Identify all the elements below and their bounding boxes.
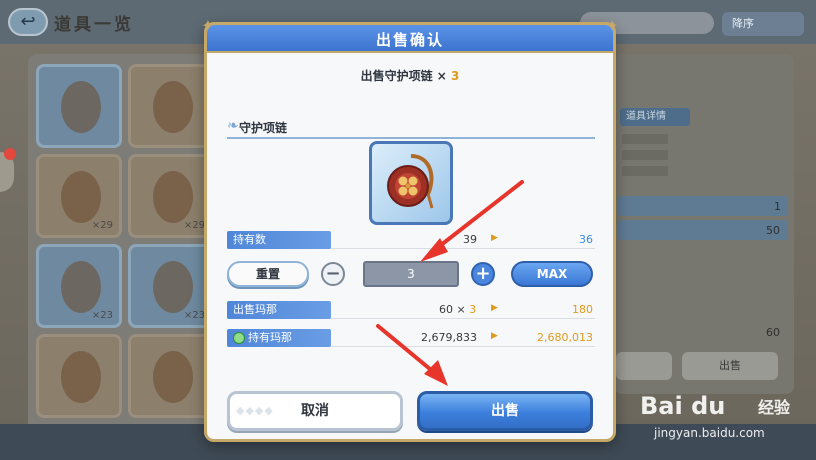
staff-icon bbox=[153, 171, 193, 223]
max-button[interactable]: MAX bbox=[511, 261, 593, 287]
sell-mana-formula: 60 × 3 bbox=[439, 303, 495, 316]
sell-confirm-dialog: 出售确认 ✦ ✦ 出售守护项链 × 3 ❧ 守护项链 持有数 39 ▶ 36 重… bbox=[201, 17, 619, 442]
quantity-stepper: 重置 − 3 + MAX bbox=[227, 259, 595, 289]
arrow-right-icon: ▶ bbox=[491, 303, 498, 313]
necklace-icon bbox=[387, 154, 434, 209]
detail-bar bbox=[618, 196, 788, 216]
subtitle-qty: 3 bbox=[451, 69, 460, 83]
held-mana-after: 2,680,013 bbox=[537, 331, 593, 344]
arrow-right-icon: ▶ bbox=[491, 233, 498, 243]
held-mana-label: 持有玛那 bbox=[227, 329, 331, 347]
held-mana-row: 持有玛那 2,679,833 ▶ 2,680,013 bbox=[227, 329, 595, 347]
corner-ornament-icon: ✦ bbox=[201, 16, 215, 35]
owned-count-after: 36 bbox=[579, 233, 593, 246]
reset-button[interactable]: 重置 bbox=[227, 261, 309, 287]
bg-button[interactable] bbox=[616, 352, 672, 380]
sell-mana-label: 出售玛那 bbox=[227, 301, 331, 319]
sword-icon bbox=[153, 261, 193, 313]
corner-ornament-icon: ✦ bbox=[605, 16, 619, 35]
flourish-icon: ❧ bbox=[227, 118, 239, 134]
detail-tab[interactable]: 道具详情 bbox=[620, 108, 690, 126]
detail-text-line bbox=[622, 166, 668, 176]
owned-count-row: 持有数 39 ▶ 36 bbox=[227, 231, 595, 249]
detail-value: 60 bbox=[766, 326, 780, 339]
item-icon-frame bbox=[369, 141, 453, 225]
dialog-title: 出售确认 bbox=[375, 31, 444, 49]
item-slot[interactable] bbox=[128, 64, 214, 148]
item-name: 守护项链 bbox=[239, 121, 288, 135]
arrow-right-icon: ▶ bbox=[491, 331, 498, 341]
dialog-subtitle: 出售守护项链 × 3 bbox=[207, 67, 613, 84]
held-mana-current: 2,679,833 bbox=[421, 331, 477, 344]
detail-value: 1 bbox=[774, 200, 781, 213]
item-count: ×29 bbox=[91, 220, 113, 231]
detail-bar bbox=[618, 220, 788, 240]
necklace-icon bbox=[61, 81, 101, 133]
watermark-url: jingyan.baidu.com bbox=[654, 426, 765, 440]
item-count: ×23 bbox=[91, 310, 113, 321]
dialog-header: 出售确认 bbox=[207, 25, 613, 53]
watermark-logo: Bai du bbox=[640, 392, 725, 420]
item-slot[interactable]: ×29 bbox=[36, 154, 122, 238]
item-name-row: ❧ 守护项链 bbox=[227, 117, 595, 139]
bg-sell-button[interactable]: 出售 bbox=[682, 352, 778, 380]
mana-coin-icon bbox=[233, 332, 245, 344]
baidu-watermark: Bai du 经验 jingyan.baidu.com bbox=[640, 392, 812, 454]
unit-price: 60 bbox=[439, 303, 453, 316]
dialog-actions: ◆◆◆◆ 取消 出售 bbox=[227, 391, 595, 433]
diamond-pattern-icon: ◆◆◆◆ bbox=[236, 404, 274, 417]
sell-mana-total: 180 bbox=[572, 303, 593, 316]
minus-icon: − bbox=[325, 263, 341, 284]
confirm-sell-button[interactable]: 出售 bbox=[417, 391, 593, 431]
detail-value: 50 bbox=[766, 224, 780, 237]
sort-button[interactable]: 降序 bbox=[722, 12, 804, 36]
cancel-button[interactable]: ◆◆◆◆ 取消 bbox=[227, 391, 403, 431]
item-slot[interactable]: ×23 bbox=[36, 244, 122, 328]
item-grid: ×29 ×29 ×23 ×23 bbox=[28, 54, 214, 434]
times-sign: × bbox=[456, 303, 466, 316]
detail-text-line bbox=[622, 150, 668, 160]
item-count: ×29 bbox=[183, 220, 205, 231]
cancel-label: 取消 bbox=[301, 403, 329, 419]
page-title: 道具一览 bbox=[54, 15, 134, 35]
sell-qty: 3 bbox=[469, 303, 477, 316]
notification-dot bbox=[4, 148, 16, 160]
armor-icon bbox=[153, 81, 193, 133]
back-button[interactable]: ↩ bbox=[8, 8, 48, 36]
spear-icon bbox=[61, 261, 101, 313]
plus-icon: + bbox=[475, 263, 491, 284]
minus-button[interactable]: − bbox=[321, 262, 345, 286]
subtitle-text: 出售守护项链 × bbox=[360, 69, 447, 83]
axe-icon bbox=[61, 351, 101, 403]
item-slot[interactable] bbox=[36, 64, 122, 148]
owned-count-label: 持有数 bbox=[227, 231, 331, 249]
watermark-logo-text: Bai du bbox=[640, 392, 726, 420]
quantity-input[interactable]: 3 bbox=[363, 261, 459, 287]
item-slot[interactable] bbox=[128, 334, 214, 418]
item-count: ×23 bbox=[183, 310, 205, 321]
scroll-icon bbox=[153, 351, 193, 403]
item-slot[interactable]: ×23 bbox=[128, 244, 214, 328]
weapon-icon bbox=[61, 171, 101, 223]
item-slot[interactable] bbox=[36, 334, 122, 418]
back-arrow-icon: ↩ bbox=[20, 11, 36, 32]
detail-text-line bbox=[622, 134, 668, 144]
owned-count-current: 39 bbox=[463, 233, 477, 246]
watermark-text: 经验 bbox=[758, 398, 791, 417]
plus-button[interactable]: + bbox=[471, 262, 495, 286]
item-slot[interactable]: ×29 bbox=[128, 154, 214, 238]
held-mana-label-text: 持有玛那 bbox=[248, 331, 292, 344]
sell-mana-row: 出售玛那 60 × 3 ▶ 180 bbox=[227, 301, 595, 319]
